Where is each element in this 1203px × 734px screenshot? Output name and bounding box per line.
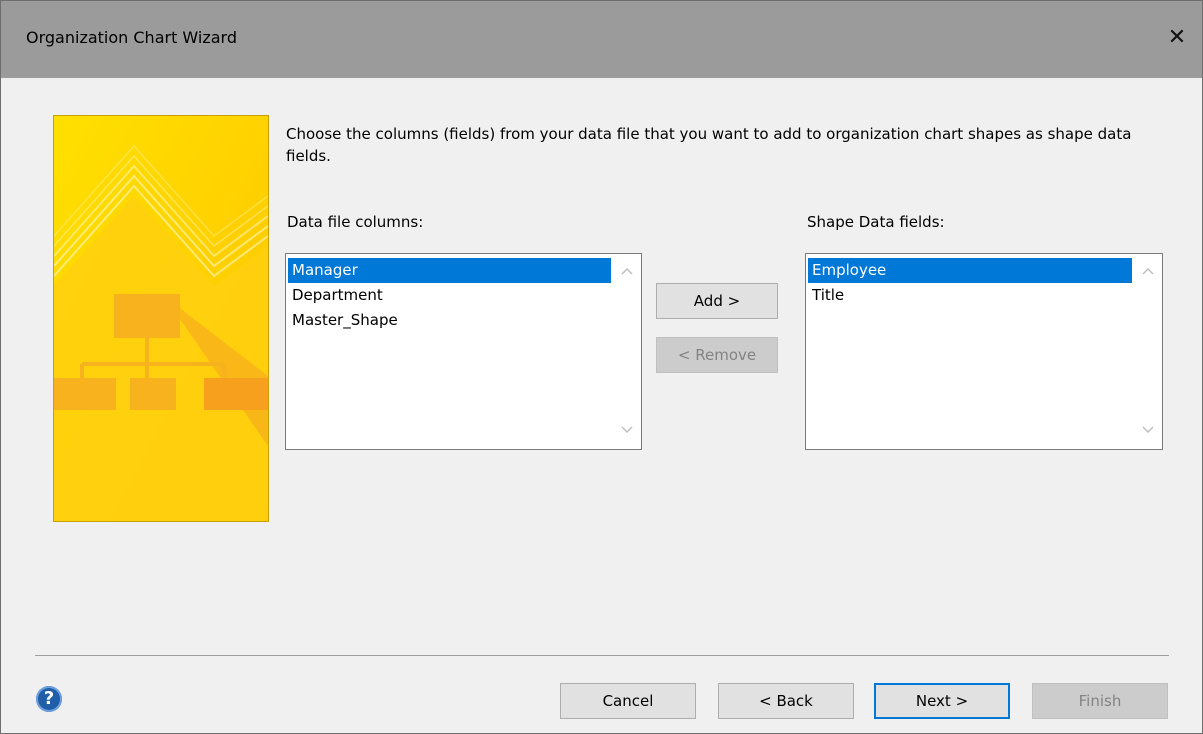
- list-item-manager[interactable]: Manager: [288, 258, 611, 283]
- org-chart-illustration: [54, 116, 268, 521]
- cancel-button[interactable]: Cancel: [560, 683, 696, 719]
- close-button[interactable]: ✕: [1152, 15, 1202, 61]
- finish-button[interactable]: Finish: [1032, 683, 1168, 719]
- add-button[interactable]: Add >: [656, 283, 778, 319]
- list-item-employee[interactable]: Employee: [808, 258, 1132, 283]
- scroll-up-icon[interactable]: [613, 264, 641, 278]
- left-list-scrollbar[interactable]: [613, 254, 641, 449]
- right-list-scrollbar[interactable]: [1134, 254, 1162, 449]
- footer-divider: [35, 655, 1169, 656]
- title-bar[interactable]: Organization Chart Wizard ✕: [1, 1, 1202, 78]
- list-item-master-shape[interactable]: Master_Shape: [288, 308, 611, 333]
- back-button[interactable]: < Back: [718, 683, 854, 719]
- remove-button[interactable]: < Remove: [656, 337, 778, 373]
- wizard-dialog: Organization Chart Wizard ✕ Choose the c…: [0, 0, 1203, 734]
- instruction-text: Choose the columns (fields) from your da…: [286, 125, 1132, 165]
- wizard-graphic: [53, 115, 269, 522]
- list-item-title[interactable]: Title: [808, 283, 1132, 308]
- shape-data-fields-list[interactable]: Employee Title: [805, 253, 1163, 450]
- data-file-columns-list[interactable]: Manager Department Master_Shape: [285, 253, 642, 450]
- scroll-down-icon[interactable]: [1134, 423, 1162, 437]
- scroll-down-icon[interactable]: [613, 423, 641, 437]
- data-file-columns-label: Data file columns:: [287, 213, 424, 231]
- next-button[interactable]: Next >: [874, 683, 1010, 719]
- list-item-department[interactable]: Department: [288, 283, 611, 308]
- close-icon: ✕: [1167, 25, 1187, 50]
- window-title: Organization Chart Wizard: [26, 28, 237, 47]
- shape-data-fields-label: Shape Data fields:: [807, 213, 945, 231]
- scroll-up-icon[interactable]: [1134, 264, 1162, 278]
- help-icon[interactable]: ?: [36, 686, 62, 712]
